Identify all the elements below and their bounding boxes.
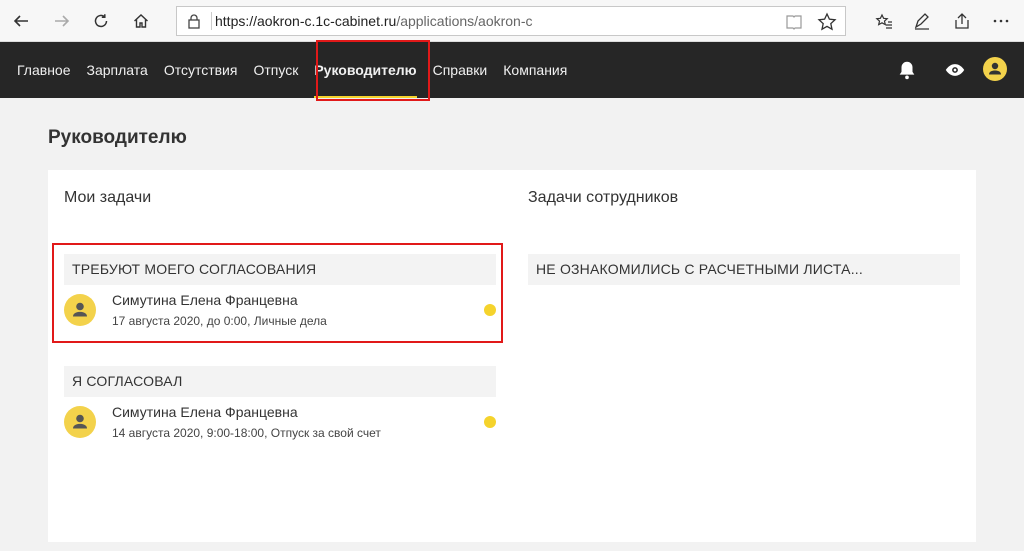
pen-icon[interactable] [908, 7, 936, 35]
highlight-box-menu [316, 40, 430, 101]
url-text: https://aokron-c.1c-cabinet.ru/applicati… [215, 13, 533, 29]
tasks-card [48, 170, 976, 542]
forward-icon[interactable] [48, 7, 76, 35]
home-icon[interactable] [127, 7, 155, 35]
address-divider [211, 12, 212, 30]
status-dot [484, 416, 496, 428]
url-path: /applications/aokron-c [396, 13, 533, 29]
task-item[interactable]: Симутина Елена Францевна 14 августа 2020… [64, 393, 496, 449]
page-title: Руководителю [48, 127, 187, 148]
my-tasks-title: Мои задачи [64, 189, 152, 206]
employee-avatar [64, 406, 96, 438]
menu-item-vacation[interactable]: Отпуск [245, 42, 306, 98]
lock-icon [188, 14, 200, 29]
reading-view-icon[interactable] [785, 13, 803, 31]
highlight-box-section [52, 243, 503, 343]
url-host: https://aokron-c.1c-cabinet.ru [215, 13, 397, 29]
menu-item-absences[interactable]: Отсутствия [156, 42, 246, 98]
menu-item-certificates[interactable]: Справки [425, 42, 496, 98]
menu-item-salary[interactable]: Зарплата [79, 42, 156, 98]
notifications-bell-icon[interactable] [895, 58, 919, 82]
more-icon[interactable] [987, 7, 1015, 35]
task-details: 14 августа 2020, 9:00-18:00, Отпуск за с… [112, 426, 381, 440]
menu-item-company[interactable]: Компания [495, 42, 575, 98]
favorite-star-icon[interactable] [817, 12, 837, 32]
menu-item-main[interactable]: Главное [9, 42, 79, 98]
app-navigation: Главное Зарплата Отсутствия Отпуск Руков… [0, 42, 1024, 98]
user-avatar[interactable] [983, 57, 1007, 81]
back-icon[interactable] [7, 7, 35, 35]
share-icon[interactable] [948, 7, 976, 35]
address-bar[interactable]: https://aokron-c.1c-cabinet.ru/applicati… [176, 6, 846, 36]
main-menu: Главное Зарплата Отсутствия Отпуск Руков… [9, 42, 575, 98]
favorites-list-icon[interactable] [870, 7, 898, 35]
employee-tasks-title: Задачи сотрудников [528, 189, 679, 206]
browser-toolbar: https://aokron-c.1c-cabinet.ru/applicati… [0, 0, 1024, 42]
refresh-icon[interactable] [87, 7, 115, 35]
user-icon [73, 414, 87, 429]
section-header-not-acquainted[interactable]: НЕ ОЗНАКОМИЛИСЬ С РАСЧЕТНЫМИ ЛИСТА... [528, 254, 960, 285]
task-employee-name: Симутина Елена Францевна [112, 404, 298, 420]
user-icon [989, 62, 1001, 75]
eye-icon[interactable] [943, 58, 967, 82]
